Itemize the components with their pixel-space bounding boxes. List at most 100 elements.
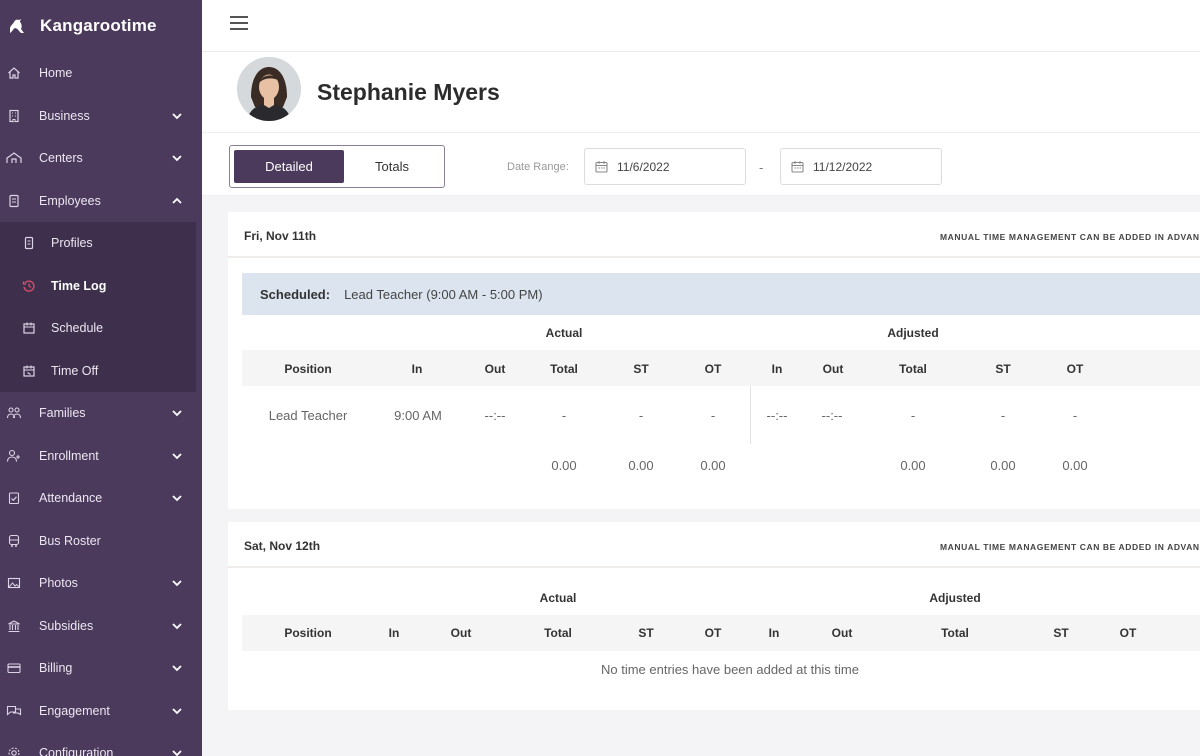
total-actual-ot: 0.00: [700, 458, 726, 473]
hamburger-menu-icon[interactable]: [230, 16, 248, 32]
sidebar-item-label: Engagement: [39, 703, 110, 718]
tab-detailed[interactable]: Detailed: [234, 150, 344, 183]
family-icon: [6, 405, 22, 421]
sidebar-item-engagement[interactable]: Engagement: [0, 690, 202, 733]
calendar-icon: [791, 160, 804, 173]
sidebar-subitem-time-off[interactable]: Time Off: [0, 350, 196, 393]
sidebar-subitem-schedule[interactable]: Schedule: [0, 307, 196, 350]
group-header-adjusted: Adjusted: [929, 591, 981, 605]
calendar-icon: [22, 321, 36, 335]
chevron-down-icon[interactable]: [170, 704, 184, 718]
total-actual-total: 0.00: [551, 458, 577, 473]
chevron-down-icon[interactable]: [170, 619, 184, 633]
cell-actual-ot: -: [710, 408, 716, 423]
end-date-value: 11/12/2022: [813, 159, 873, 174]
chevron-down-icon[interactable]: [170, 576, 184, 590]
sidebar-item-photos[interactable]: Photos: [0, 562, 202, 605]
column-divider: [750, 386, 751, 444]
sidebar-item-label: Enrollment: [39, 448, 99, 463]
calendar-off-icon: [22, 364, 36, 378]
brand[interactable]: Kangarootime: [0, 0, 202, 52]
group-header-adjusted: Adjusted: [887, 326, 939, 340]
col-actual-in: In: [388, 626, 400, 640]
start-date-value: 11/6/2022: [617, 159, 670, 174]
chevron-down-icon[interactable]: [170, 746, 184, 756]
col-actual-out: Out: [484, 362, 506, 376]
cell-adjusted-ot: -: [1072, 408, 1078, 423]
chevron-down-icon[interactable]: [170, 661, 184, 675]
col-actual-in: In: [411, 362, 423, 376]
col-adjusted-ot: OT: [1066, 362, 1084, 376]
cell-adjusted-out[interactable]: --:--: [822, 408, 843, 423]
day-date: Sat, Nov 12th: [244, 539, 321, 553]
chevron-down-icon[interactable]: [170, 406, 184, 420]
col-position: Position: [284, 626, 332, 640]
sidebar-item-label: Billing: [39, 661, 73, 676]
chevron-up-icon[interactable]: [170, 194, 184, 208]
sidebar-item-families[interactable]: Families: [0, 392, 202, 435]
col-actual-total: Total: [550, 362, 578, 376]
home-icon: [6, 65, 22, 81]
sidebar-item-subsidies[interactable]: Subsidies: [0, 605, 202, 648]
manual-time-note: MANUAL TIME MANAGEMENT CAN BE ADDED IN A…: [940, 542, 1200, 552]
sidebar-subitem-label: Schedule: [51, 321, 104, 336]
scheduled-value: Lead Teacher (9:00 AM - 5:00 PM): [344, 286, 543, 302]
bank-icon: [6, 618, 22, 634]
col-actual-st: ST: [638, 626, 654, 640]
sidebar-item-home[interactable]: Home: [0, 52, 202, 95]
end-date-input[interactable]: 11/12/2022: [780, 148, 942, 185]
sidebar-subitem-label: Time Off: [51, 363, 99, 378]
sidebar-item-centers[interactable]: Centers: [0, 137, 202, 180]
top-bar: [202, 0, 1200, 52]
scheduled-banner: Scheduled: Lead Teacher (9:00 AM - 5:00 …: [242, 273, 1200, 315]
date-range-label: Date Range:: [507, 161, 569, 173]
cell-actual-total: -: [561, 408, 567, 423]
sidebar-item-label: Attendance: [39, 491, 103, 506]
col-actual-ot: OT: [704, 626, 722, 640]
start-date-input[interactable]: 11/6/2022: [584, 148, 746, 185]
credit-card-icon: [6, 660, 22, 676]
day-card-header: Sat, Nov 12th MANUAL TIME MANAGEMENT CAN…: [228, 522, 1200, 568]
sidebar-subitem-time-log[interactable]: Time Log: [0, 265, 196, 308]
employee-name: Stephanie Myers: [317, 79, 500, 105]
chevron-down-icon[interactable]: [170, 449, 184, 463]
sidebar-item-label: Subsidies: [39, 618, 94, 633]
app-root: Kangarootime Home Business Centers Emplo…: [0, 0, 1200, 756]
sidebar-item-enrollment[interactable]: Enrollment: [0, 435, 202, 478]
cell-actual-in[interactable]: 9:00 AM: [394, 408, 442, 423]
sidebar-item-label: Home: [39, 66, 73, 81]
school-icon: [6, 150, 22, 166]
cell-adjusted-in[interactable]: --:--: [767, 408, 788, 423]
sidebar-item-business[interactable]: Business: [0, 95, 202, 138]
chevron-down-icon[interactable]: [170, 151, 184, 165]
date-range-separator: -: [759, 160, 764, 175]
sidebar-item-configuration[interactable]: Configuration: [0, 732, 202, 756]
col-actual-out: Out: [450, 626, 472, 640]
sidebar-item-billing[interactable]: Billing: [0, 647, 202, 690]
group-header-actual: Actual: [539, 591, 577, 605]
col-adjusted-out: Out: [822, 362, 844, 376]
manual-time-note: MANUAL TIME MANAGEMENT CAN BE ADDED IN A…: [940, 232, 1200, 242]
sidebar: Kangarootime Home Business Centers Emplo…: [0, 0, 202, 756]
avatar[interactable]: [237, 57, 301, 121]
col-adjusted-in: In: [768, 626, 780, 640]
chevron-down-icon[interactable]: [170, 109, 184, 123]
sidebar-subitem-label: Profiles: [51, 236, 93, 251]
sidebar-item-employees[interactable]: Employees: [0, 180, 202, 223]
sidebar-item-attendance[interactable]: Attendance: [0, 477, 202, 520]
photo-icon: [6, 575, 22, 591]
calendar-icon: [595, 160, 608, 173]
col-adjusted-st: ST: [995, 362, 1011, 376]
history-icon: [22, 279, 36, 293]
cell-actual-out[interactable]: --:--: [485, 408, 506, 423]
chevron-down-icon[interactable]: [170, 491, 184, 505]
profile-header: Stephanie Myers: [202, 52, 1200, 132]
badge-icon: [6, 193, 22, 209]
view-toggle: Detailed Totals: [229, 145, 445, 188]
sidebar-item-bus-roster[interactable]: Bus Roster: [0, 520, 202, 563]
col-adjusted-ot: OT: [1119, 626, 1137, 640]
tab-totals[interactable]: Totals: [344, 150, 440, 183]
sidebar-subitem-profiles[interactable]: Profiles: [0, 222, 196, 265]
total-adjusted-total: 0.00: [900, 458, 926, 473]
cell-adjusted-total: -: [910, 408, 916, 423]
